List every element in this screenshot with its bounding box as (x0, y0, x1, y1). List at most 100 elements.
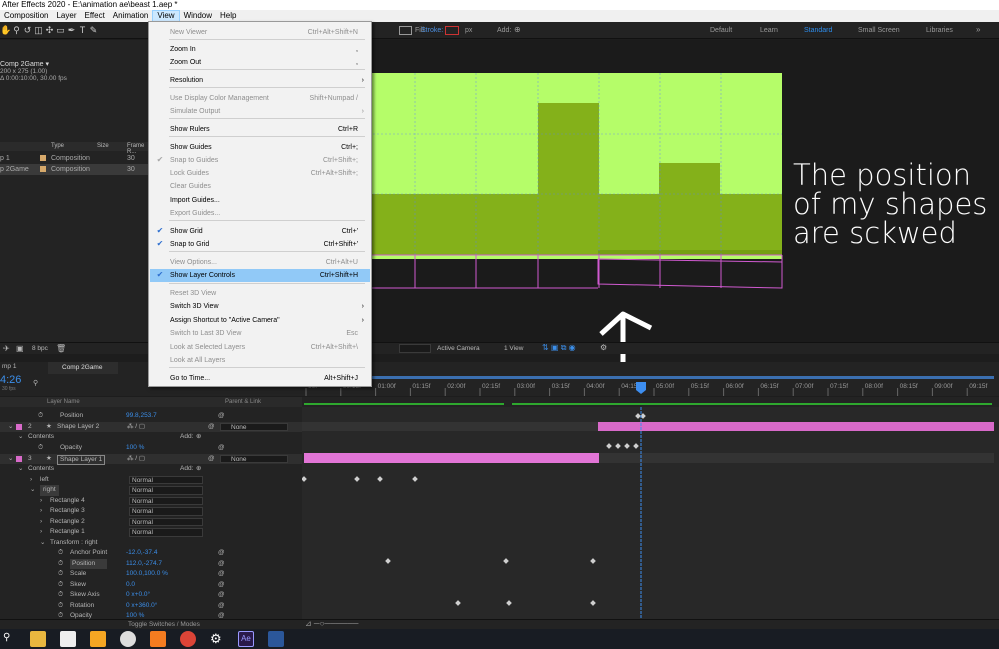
workspace-libraries[interactable]: Libraries (926, 27, 953, 34)
shape-group-row[interactable]: › Rectangle 2 Normal (0, 517, 302, 528)
menu-item-switch-3d-view[interactable]: Switch 3D View › (150, 300, 370, 313)
twirl-icon[interactable]: ⌄ (18, 432, 23, 443)
tab-comp-2game[interactable]: Comp 2Game (48, 362, 118, 374)
fill-swatch[interactable] (399, 26, 412, 35)
label-color-icon[interactable] (40, 166, 46, 173)
stroke-swatch[interactable] (445, 26, 459, 35)
viewer-options-icons[interactable]: ⇅ ▣ ⧉ ◉ (542, 343, 576, 353)
stopwatch-icon[interactable]: ⏱ (38, 443, 43, 454)
property-value[interactable]: 100.0,100.0 % (126, 569, 168, 580)
stopwatch-icon[interactable]: ⏱ (58, 601, 63, 612)
tab-comp-1[interactable]: mp 1 (2, 363, 16, 370)
shape-group-row[interactable]: › left Normal (0, 475, 302, 486)
twirl-icon[interactable]: › (40, 496, 42, 507)
property-value[interactable]: 99.8,253.7 (126, 411, 157, 422)
time-ruler[interactable]: 00f00:15f01:00f01:15f02:00f02:15f03:00f0… (302, 374, 999, 396)
toggle-switches-modes-button[interactable]: Toggle Switches / Modes (128, 621, 200, 628)
timeline-search-input[interactable]: ⚲ (33, 379, 163, 389)
pick-whip-icon[interactable]: @ (218, 443, 225, 454)
menu-effect[interactable]: Effect (80, 10, 108, 22)
column-type[interactable]: Type (51, 143, 64, 149)
menu-item-show-guides[interactable]: Show Guides Ctrl+; (150, 141, 370, 154)
menu-item-zoom-out[interactable]: Zoom Out, (150, 56, 370, 69)
file-explorer-icon[interactable] (30, 631, 46, 647)
property-value[interactable]: 100 % (126, 443, 144, 454)
pick-whip-icon[interactable]: @ (218, 548, 225, 559)
stopwatch-icon[interactable]: ⏱ (58, 559, 63, 570)
property-row[interactable]: ⏱ Position 99.8,253.7 @ (0, 411, 302, 422)
stopwatch-icon[interactable]: ⏱ (58, 569, 63, 580)
bit-depth-button[interactable]: 8 bpc (32, 345, 48, 352)
comp-name[interactable]: Comp 2Game ▾ (0, 60, 49, 68)
pick-whip-icon[interactable]: @ (208, 454, 215, 465)
twirl-icon[interactable]: ⌄ (18, 464, 23, 475)
pick-whip-icon[interactable]: @ (218, 559, 225, 570)
word-icon[interactable] (268, 631, 284, 647)
hand-tool-icon[interactable]: ✋ (0, 25, 11, 36)
menu-item-snap-to-grid[interactable]: ✔ Snap to Grid Ctrl+Shift+' (150, 238, 370, 251)
trash-icon[interactable]: 🗑 (56, 344, 66, 353)
pick-whip-icon[interactable]: @ (218, 580, 225, 591)
pick-whip-icon[interactable]: @ (218, 590, 225, 601)
workspace-default[interactable]: Default (710, 27, 732, 34)
search-app-icon[interactable] (60, 631, 76, 647)
property-value[interactable]: -12.0,-37.4 (126, 548, 157, 559)
twirl-icon[interactable]: ⌄ (30, 485, 35, 496)
shape-group-row[interactable]: › Rectangle 3 Normal (0, 506, 302, 517)
rectangle-tool-icon[interactable]: ▭ (55, 25, 66, 36)
sticky-notes-icon[interactable] (90, 631, 106, 647)
shape-group-row[interactable]: › Rectangle 4 Normal (0, 496, 302, 507)
parent-dropdown[interactable]: None (220, 454, 288, 463)
group-row[interactable]: ⌄ Contents Add: ⊕ (0, 464, 302, 475)
blend-mode-dropdown[interactable]: Normal (129, 528, 203, 537)
pick-whip-icon[interactable]: @ (218, 569, 225, 580)
layer-switches[interactable]: ⁂ / ▢ (127, 454, 145, 465)
property-value[interactable]: 0.0 (126, 580, 135, 591)
wps-icon[interactable] (120, 631, 136, 647)
blend-mode-dropdown[interactable]: Normal (129, 517, 203, 526)
column-parent-link[interactable]: Parent & Link (225, 399, 261, 405)
group-row[interactable]: ⌄ Transform : right (0, 538, 302, 549)
workspace-standard[interactable]: Standard (804, 27, 832, 34)
blend-mode-dropdown[interactable]: Normal (129, 496, 203, 505)
view-resolution-dropdown[interactable] (399, 344, 431, 353)
interpret-footage-icon[interactable]: ✈ (3, 344, 10, 353)
twirl-icon[interactable]: › (40, 527, 42, 538)
layer-switches[interactable]: ⁂ / ▢ (127, 422, 145, 433)
pick-whip-icon[interactable]: @ (218, 411, 225, 422)
column-layer-name[interactable]: Layer Name (47, 399, 80, 405)
zoom-tool-icon[interactable]: ⚲ (11, 25, 22, 36)
settings-icon[interactable]: ⚙ (210, 631, 226, 647)
property-row[interactable]: ⏱ Rotation 0 x+360.0° @ (0, 601, 302, 612)
menu-item-assign-shortcut-to-active-camera[interactable]: Assign Shortcut to "Active Camera" › (150, 314, 370, 327)
rotate-tool-icon[interactable]: ↺ (22, 25, 33, 36)
search-icon[interactable]: ⚲ (3, 632, 10, 643)
view-layout-dropdown[interactable]: 1 View (504, 345, 523, 352)
type-tool-icon[interactable]: T (77, 25, 88, 35)
menu-item-resolution[interactable]: Resolution › (150, 74, 370, 87)
property-value[interactable]: 0 x+0.0° (126, 590, 150, 601)
twirl-icon[interactable]: › (30, 475, 32, 486)
menu-item-import-guides[interactable]: Import Guides... (150, 194, 370, 207)
property-row[interactable]: ⏱ Skew Axis 0 x+0.0° @ (0, 590, 302, 601)
fast-preview-icon[interactable]: ⚙ (600, 343, 607, 352)
menu-item-show-grid[interactable]: ✔ Show Grid Ctrl+' (150, 225, 370, 238)
property-value[interactable]: 0 x+360.0° (126, 601, 157, 612)
workspace-overflow-icon[interactable]: » (976, 25, 980, 34)
twirl-icon[interactable]: ⌄ (40, 538, 45, 549)
brush-tool-icon[interactable]: ✎ (88, 25, 99, 36)
menu-item-show-layer-controls[interactable]: ✔ Show Layer Controls Ctrl+Shift+H (150, 269, 370, 282)
layer-name[interactable]: Shape Layer 1 (57, 454, 106, 465)
zoom-slider[interactable]: ⊿ ─○────── (305, 619, 358, 628)
shape-group-row[interactable]: ⌄ right Normal (0, 485, 302, 496)
pan-behind-tool-icon[interactable]: ✣ (44, 25, 55, 36)
menu-item-zoom-in[interactable]: Zoom In, (150, 43, 370, 56)
pick-whip-icon[interactable]: @ (218, 601, 225, 612)
blend-mode-dropdown[interactable]: Normal (129, 475, 203, 484)
twirl-down-icon[interactable]: ⌄ (8, 422, 13, 433)
property-row[interactable]: ⏱ Skew 0.0 @ (0, 580, 302, 591)
twirl-down-icon[interactable]: ⌄ (8, 454, 13, 465)
add-contents-button[interactable]: ⊕ (196, 464, 201, 475)
layer-row[interactable]: ⌄ 3 ★ Shape Layer 1 ⁂ / ▢ @ None (0, 453, 302, 465)
stopwatch-icon[interactable]: ⏱ (58, 590, 63, 601)
